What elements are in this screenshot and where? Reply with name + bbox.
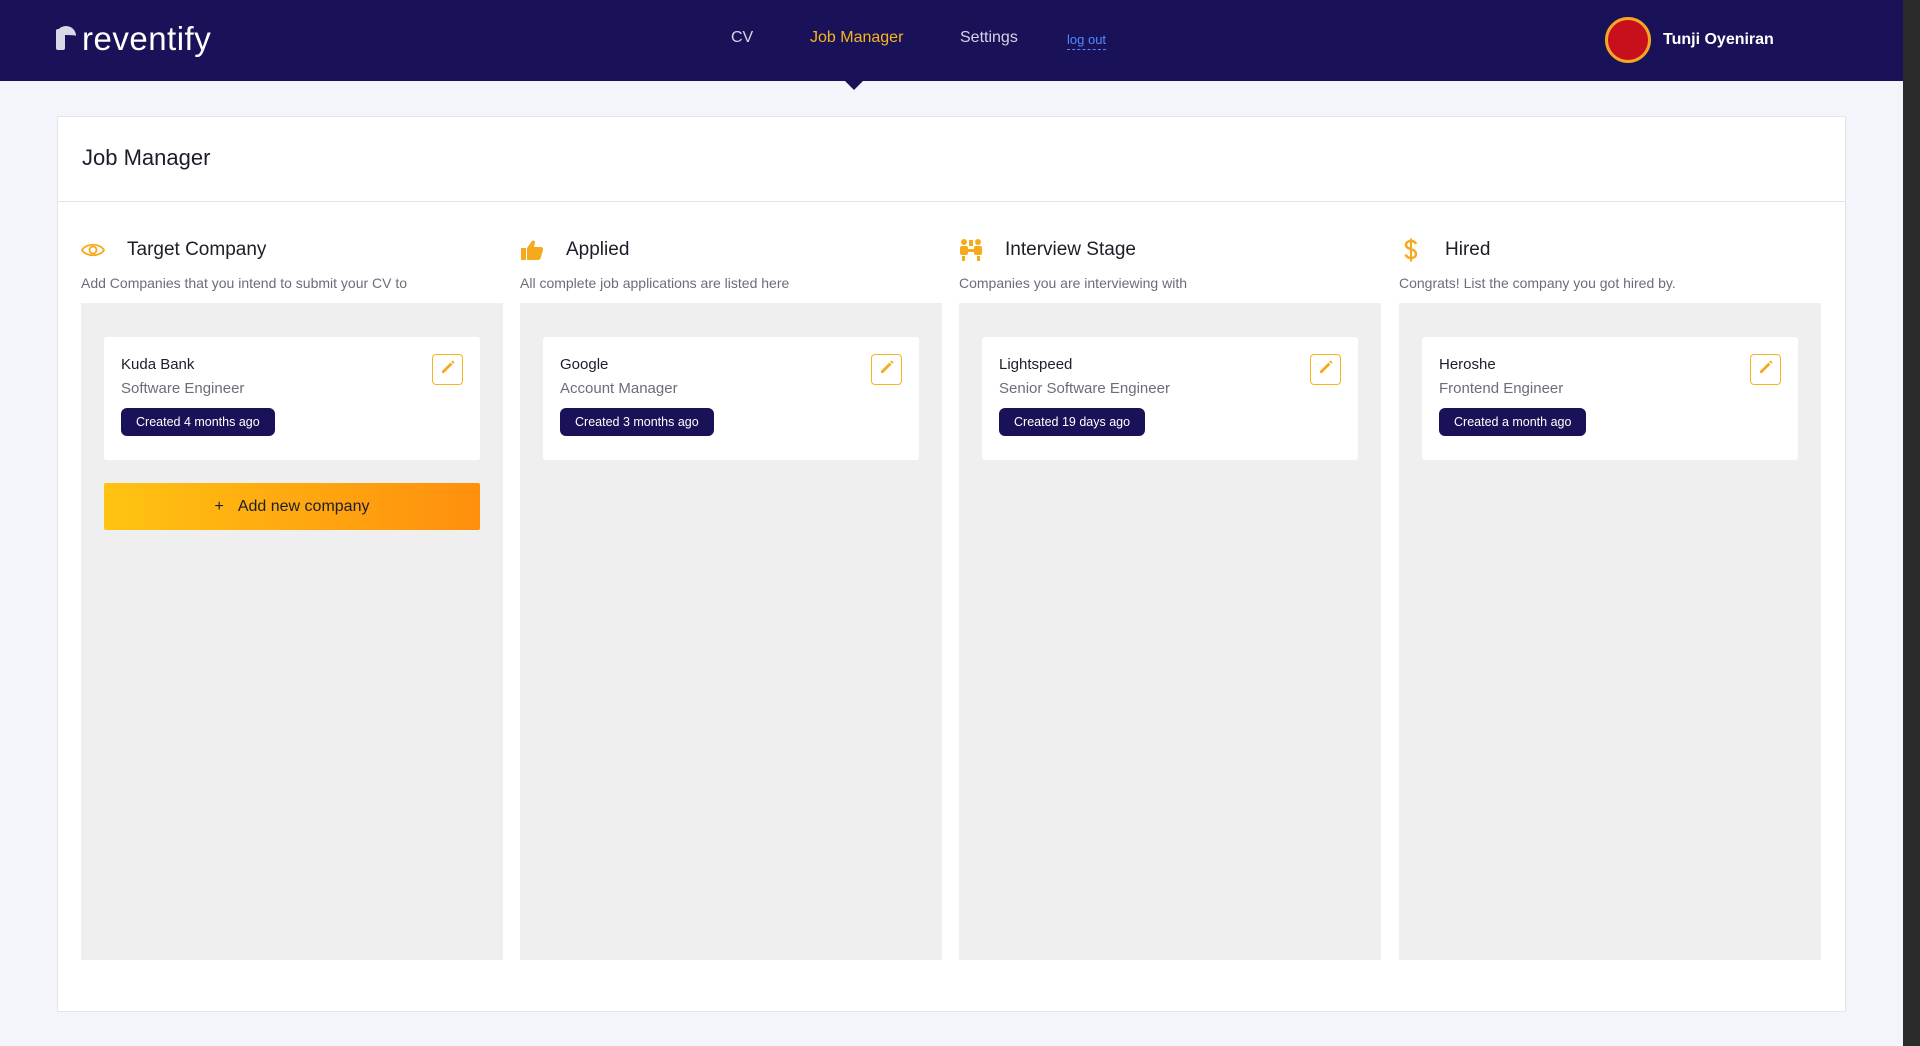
column-title: Hired [1445, 239, 1491, 260]
column-board: Heroshe Frontend Engineer Created a mont… [1399, 303, 1821, 960]
page-title: Job Manager [82, 145, 211, 170]
column-title: Interview Stage [1005, 239, 1136, 260]
column-board: Kuda Bank Software Engineer Created 4 mo… [81, 303, 503, 960]
avatar[interactable] [1605, 17, 1651, 63]
column-header: Target Company [81, 233, 503, 267]
column-header: Applied [520, 233, 942, 267]
add-new-company-button[interactable]: + Add new company [104, 483, 480, 530]
job-card[interactable]: Google Account Manager Created 3 months … [543, 337, 919, 460]
pencil-icon [879, 359, 895, 380]
created-badge: Created a month ago [1439, 408, 1587, 436]
column-description: Add Companies that you intend to submit … [81, 275, 408, 291]
pencil-icon [1318, 359, 1334, 380]
column-interview-stage: Interview Stage Companies you are interv… [959, 233, 1381, 960]
dollar-icon [1399, 238, 1423, 262]
logout-link[interactable]: log out [1067, 32, 1107, 50]
plus-icon: + [214, 497, 224, 515]
user-menu[interactable]: Tunji Oyeniran [1605, 17, 1774, 63]
job-company: Google [560, 356, 609, 373]
column-description: Companies you are interviewing with [959, 275, 1187, 291]
pencil-icon [1758, 359, 1774, 380]
column-target-company: Target Company Add Companies that you in… [81, 233, 503, 960]
window-edge [1903, 0, 1920, 1046]
nav-job-manager[interactable]: Job Manager [810, 29, 903, 47]
edit-button[interactable] [871, 354, 902, 385]
column-hired: Hired Congrats! List the company you got… [1399, 233, 1821, 960]
column-description: Congrats! List the company you got hired… [1399, 275, 1676, 291]
job-manager-panel: Job Manager Target Company Add Companies… [57, 116, 1846, 1012]
column-header: Hired [1399, 233, 1821, 267]
edit-button[interactable] [1750, 354, 1781, 385]
divider [58, 201, 1845, 202]
user-name: Tunji Oyeniran [1663, 31, 1774, 48]
column-header: Interview Stage [959, 233, 1381, 267]
created-badge: Created 3 months ago [560, 408, 714, 436]
job-card[interactable]: Heroshe Frontend Engineer Created a mont… [1422, 337, 1798, 460]
nav-cv[interactable]: CV [731, 29, 753, 47]
nav-settings[interactable]: Settings [960, 29, 1018, 47]
job-role: Software Engineer [121, 380, 245, 397]
job-card[interactable]: Kuda Bank Software Engineer Created 4 mo… [104, 337, 480, 460]
job-company: Lightspeed [999, 356, 1073, 373]
add-button-label: Add new company [237, 497, 370, 515]
job-card[interactable]: Lightspeed Senior Software Engineer Crea… [982, 337, 1358, 460]
column-title: Target Company [127, 239, 267, 260]
job-role: Account Manager [560, 380, 678, 397]
column-title: Applied [566, 239, 630, 260]
pencil-icon [440, 359, 456, 380]
created-badge: Created 4 months ago [121, 408, 275, 436]
top-navbar: reventify CV Job Manager Settings log ou… [0, 0, 1903, 81]
job-role: Senior Software Engineer [999, 380, 1170, 397]
meeting-icon [959, 238, 983, 262]
column-board: Lightspeed Senior Software Engineer Crea… [959, 303, 1381, 960]
active-nav-indicator [844, 80, 864, 90]
eye-icon [81, 238, 105, 262]
column-description: All complete job applications are listed… [520, 275, 790, 291]
column-board: Google Account Manager Created 3 months … [520, 303, 942, 960]
thumbs-up-icon [520, 238, 544, 262]
job-role: Frontend Engineer [1439, 380, 1564, 397]
edit-button[interactable] [432, 354, 463, 385]
column-applied: Applied All complete job applications ar… [520, 233, 942, 960]
created-badge: Created 19 days ago [999, 408, 1146, 436]
job-company: Kuda Bank [121, 356, 195, 373]
edit-button[interactable] [1310, 354, 1341, 385]
job-company: Heroshe [1439, 356, 1496, 373]
